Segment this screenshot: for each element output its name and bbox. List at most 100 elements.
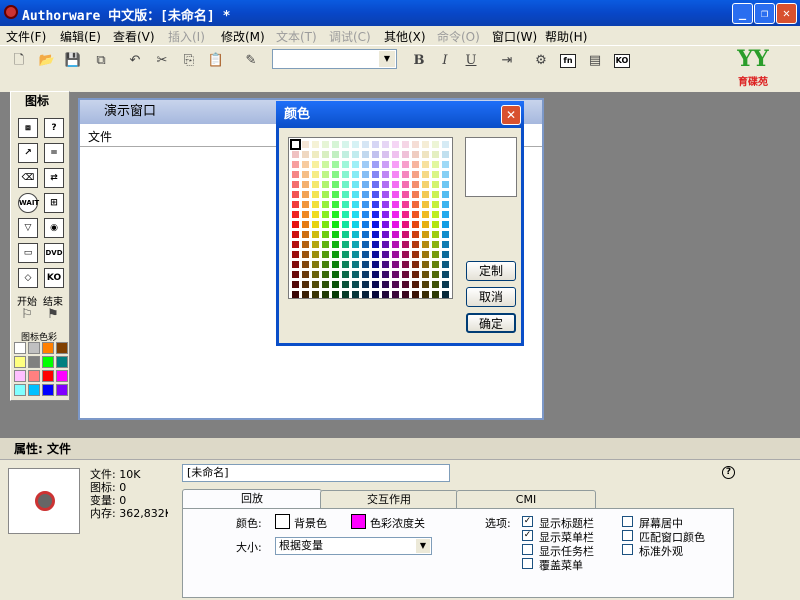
color-cell[interactable] [422,211,429,218]
color-cell[interactable] [372,141,379,148]
color-cell[interactable] [412,241,419,248]
color-cell[interactable] [362,251,369,258]
icon-color-swatch[interactable] [14,342,26,354]
color-cell[interactable] [432,151,439,158]
end-flag-icon[interactable]: ⚑ [44,306,62,324]
knowledge-object-icon[interactable]: KO [614,54,630,68]
color-cell[interactable] [312,221,319,228]
ko-icon[interactable]: KO [44,268,64,288]
color-cell[interactable] [292,281,299,288]
color-cell[interactable] [392,151,399,158]
color-cell[interactable] [412,211,419,218]
color-cell[interactable] [352,141,359,148]
restore-button[interactable]: ❐ [754,3,775,24]
color-cell[interactable] [342,251,349,258]
color-cell[interactable] [352,181,359,188]
color-cell[interactable] [322,211,329,218]
color-cell[interactable] [302,221,309,228]
color-cell[interactable] [412,231,419,238]
digital-movie-icon[interactable]: ◉ [44,218,64,238]
color-cell[interactable] [442,231,449,238]
color-cell[interactable] [392,221,399,228]
paste-icon[interactable]: 📋 [207,52,225,70]
color-cell[interactable] [432,251,439,258]
color-cell[interactable] [422,281,429,288]
color-cell[interactable] [332,151,339,158]
color-cell[interactable] [372,191,379,198]
color-cell[interactable] [402,291,409,298]
color-cell[interactable] [372,261,379,268]
color-cell[interactable] [362,171,369,178]
color-cell[interactable] [412,151,419,158]
calculation-icon[interactable]: = [44,143,64,163]
new-file-icon[interactable]: 🗋 [10,52,28,70]
color-cell[interactable] [312,251,319,258]
icon-color-swatch[interactable] [56,342,68,354]
function-icon[interactable]: fn [560,54,576,68]
color-cell[interactable] [352,251,359,258]
underline-button[interactable]: U [462,52,480,70]
color-cell[interactable] [382,191,389,198]
erase-icon[interactable]: ⌫ [18,168,38,188]
color-cell[interactable] [312,271,319,278]
icon-color-swatch[interactable] [14,370,26,382]
color-cell[interactable] [292,231,299,238]
color-cell[interactable] [372,161,379,168]
import-icon[interactable]: ⧉ [92,52,110,70]
color-cell[interactable] [292,151,299,158]
color-cell[interactable] [292,191,299,198]
menu-insert[interactable]: 插入(I) [168,28,205,45]
color-cell[interactable] [432,201,439,208]
color-cell[interactable] [362,241,369,248]
color-cell[interactable] [312,201,319,208]
color-cell[interactable] [442,151,449,158]
show-menu-bar-checkbox[interactable]: ✓ [522,530,533,541]
menu-view[interactable]: 查看(V) [113,28,155,45]
color-cell[interactable] [402,201,409,208]
color-cell[interactable] [322,181,329,188]
color-cell[interactable] [352,211,359,218]
color-cell[interactable] [392,271,399,278]
presentation-menu-file[interactable]: 文件 [88,128,112,145]
color-cell[interactable] [332,241,339,248]
color-cell[interactable] [372,151,379,158]
color-cell[interactable] [432,181,439,188]
color-cell[interactable] [432,161,439,168]
color-cell[interactable] [312,191,319,198]
color-cell[interactable] [382,251,389,258]
color-cell[interactable] [322,241,329,248]
color-cell[interactable] [442,201,449,208]
color-cell[interactable] [292,261,299,268]
color-cell[interactable] [332,171,339,178]
color-cell[interactable] [322,291,329,298]
color-cell[interactable] [392,291,399,298]
color-cell[interactable] [412,221,419,228]
color-cell[interactable] [442,161,449,168]
color-cell[interactable] [422,261,429,268]
color-cell[interactable] [382,181,389,188]
decision-icon[interactable]: ▽ [18,218,38,238]
color-cell[interactable] [412,191,419,198]
file-name-field[interactable]: [未命名] [182,464,450,482]
color-cell[interactable] [422,181,429,188]
color-cell[interactable] [392,141,399,148]
color-cell[interactable] [392,211,399,218]
color-cell[interactable] [382,271,389,278]
color-cell[interactable] [392,231,399,238]
icon-color-swatch[interactable] [42,356,54,368]
color-cell[interactable] [342,181,349,188]
center-on-screen-checkbox[interactable] [622,516,633,527]
color-cell[interactable] [342,231,349,238]
color-cell[interactable] [322,281,329,288]
color-cell[interactable] [302,201,309,208]
color-cell[interactable] [412,261,419,268]
color-cell[interactable] [382,261,389,268]
color-cell[interactable] [342,161,349,168]
color-cell[interactable] [432,231,439,238]
color-cell[interactable] [342,241,349,248]
color-cell[interactable] [412,171,419,178]
menu-help[interactable]: 帮助(H) [545,28,587,45]
color-cell[interactable] [322,261,329,268]
menu-command[interactable]: 命令(O) [437,28,480,45]
color-cell[interactable] [392,171,399,178]
